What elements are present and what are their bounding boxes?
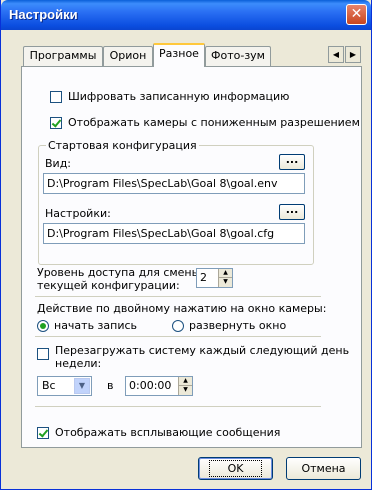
radio-start-recording[interactable] — [37, 320, 49, 332]
settings-path-field[interactable]: D:\Program Files\SpecLab\Goal 8\goal.cfg — [43, 223, 305, 244]
encrypt-label: Шифровать записанную информацию — [68, 90, 290, 103]
access-label-line2: текущей конфигурации: — [37, 279, 180, 292]
tab-photo-zoom[interactable]: Фото-зум — [205, 46, 271, 66]
view-browse-button[interactable]: ... — [279, 154, 305, 170]
tab-programs[interactable]: Программы — [23, 46, 103, 66]
view-label: Вид: — [45, 157, 72, 170]
reboot-label-line1: Перезагружать систему каждый следующий д… — [55, 344, 350, 357]
reboot-time-value: 0:00:00 — [129, 379, 172, 392]
divider — [35, 406, 321, 407]
view-path-field[interactable]: D:\Program Files\SpecLab\Goal 8\goal.env — [43, 173, 305, 194]
lowres-label: Отображать камеры с пониженным разрешени… — [68, 116, 360, 129]
tab-panel-misc: Шифровать записанную информацию Отобража… — [21, 66, 362, 448]
reboot-label-line2: недели: — [55, 357, 102, 370]
title-bar[interactable]: Настройки ✕ — [1, 0, 371, 30]
spin-up-icon[interactable]: ▲ — [219, 269, 232, 278]
encrypt-checkbox[interactable] — [50, 91, 62, 103]
tab-orion[interactable]: Орион — [103, 46, 153, 66]
reboot-checkbox[interactable] — [37, 348, 49, 360]
ok-button[interactable]: OK — [198, 457, 273, 480]
close-button[interactable]: ✕ — [346, 4, 367, 25]
startup-config-group — [38, 145, 314, 265]
doubleclick-label: Действие по двойному нажатию на окно кам… — [37, 302, 327, 315]
settings-dialog: Настройки ✕ Программы Орион Разное Фото-… — [0, 0, 372, 490]
radio-expand-window-label: развернуть окно — [189, 319, 287, 332]
divider — [35, 296, 321, 297]
popups-checkbox[interactable] — [37, 427, 49, 439]
access-level-spinner[interactable]: 2 ▲ ▼ — [196, 268, 233, 288]
window-title: Настройки — [9, 7, 78, 22]
settings-label: Настройки: — [45, 207, 111, 220]
radio-expand-window[interactable] — [172, 320, 184, 332]
cancel-button[interactable]: Отмена — [286, 457, 361, 480]
tab-scroll-left-icon[interactable]: ◀ — [328, 46, 344, 63]
tab-scroll-right-icon[interactable]: ▶ — [345, 46, 361, 63]
reboot-day-value: Вс — [42, 379, 56, 392]
spin-up-icon[interactable]: ▲ — [179, 377, 192, 386]
radio-start-recording-label: начать запись — [54, 319, 138, 332]
reboot-at-label: в — [107, 379, 114, 392]
lowres-checkbox[interactable] — [50, 117, 62, 129]
settings-browse-button[interactable]: ... — [279, 204, 305, 220]
tab-scroll: ◀ ▶ — [328, 46, 362, 63]
ok-button-label: OK — [208, 460, 263, 477]
chevron-down-icon[interactable]: ▼ — [74, 378, 90, 394]
tab-misc[interactable]: Разное — [153, 43, 205, 67]
spin-down-icon[interactable]: ▼ — [219, 278, 232, 287]
reboot-day-select[interactable]: Вс ▼ — [37, 376, 92, 396]
spin-down-icon[interactable]: ▼ — [179, 386, 192, 395]
access-level-value: 2 — [200, 271, 207, 284]
startup-config-title: Стартовая конфигурация — [46, 139, 199, 152]
popups-label: Отображать всплывающие сообщения — [55, 426, 281, 439]
divider — [35, 336, 321, 337]
reboot-time-spinner[interactable]: 0:00:00 ▲ ▼ — [125, 376, 193, 396]
access-label-line1: Уровень доступа для смены — [37, 266, 201, 279]
